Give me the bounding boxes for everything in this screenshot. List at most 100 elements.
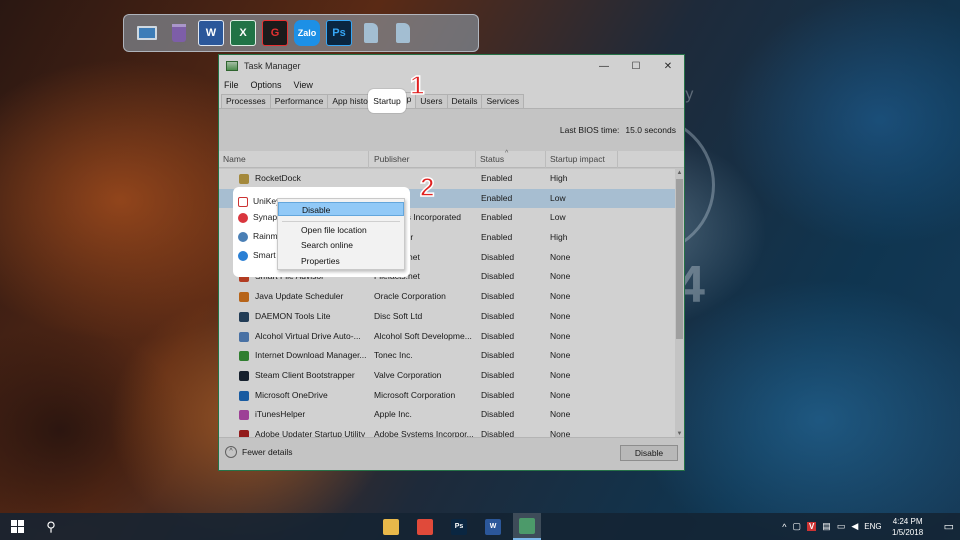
system-tray: ^ ▢ V ▤ ▭ ◀ ENG 4:24 PM 1/5/2018 ▭ [782, 513, 960, 540]
table-row[interactable]: iTunesHelper Apple Inc. Disabled None [219, 405, 677, 425]
app-name: Alcohol Virtual Drive Auto-... [255, 330, 361, 341]
status: Disabled [481, 350, 515, 361]
publisher: Alcohol Soft Developme... [374, 330, 472, 341]
table-row[interactable]: Microsoft OneDrive Microsoft Corporation D… [219, 386, 677, 406]
network-icon[interactable]: ▤ [822, 521, 831, 532]
notification-icon[interactable]: ▭ [944, 520, 954, 533]
scroll-up-icon[interactable]: ▲ [675, 169, 684, 178]
context-menu-properties[interactable]: Properties [278, 254, 404, 268]
publisher: Tonec Inc. [374, 350, 413, 361]
table-row[interactable]: DAEMON Tools Lite Disc Soft Ltd Disabled No… [219, 307, 677, 327]
speaker-icon[interactable]: ◀ [851, 521, 858, 532]
word-icon[interactable]: W [198, 20, 224, 46]
publisher: Disc Soft Ltd [374, 310, 423, 321]
windows-icon [10, 520, 24, 533]
file-explorer-icon-glyph [383, 518, 399, 535]
app-name: Steam Client Bootstrapper [255, 369, 355, 380]
step-1-marker: 1 [409, 69, 425, 101]
tab-performance[interactable]: Performance [269, 94, 329, 108]
context-menu-open-file-location[interactable]: Open file location [278, 223, 404, 237]
status: Disabled [481, 291, 515, 302]
vertical-scrollbar[interactable]: ▲ ▼ [675, 169, 684, 439]
computer-icon[interactable] [134, 20, 160, 46]
context-menu-disable[interactable]: Disable [278, 202, 404, 216]
chrome-icon-glyph [417, 518, 433, 535]
title-bar[interactable]: Task Manager — ☐ ✕ [219, 55, 684, 77]
startup-impact: Low [550, 212, 566, 223]
highlighted-startup-tab[interactable]: Startup [368, 89, 406, 113]
document-icon[interactable] [358, 20, 384, 46]
table-row[interactable]: Alcohol Virtual Drive Auto-... Alcohol So… [219, 327, 677, 347]
startup-impact: None [550, 291, 571, 302]
publisher: Valve Corporation [374, 369, 442, 380]
folder-tray-icon[interactable]: ▢ [792, 521, 801, 532]
garena-icon[interactable]: G [262, 20, 288, 46]
context-menu-search-online[interactable]: Search online [278, 238, 404, 252]
unikey-tray-icon[interactable]: V [806, 522, 817, 531]
column-startup-impact[interactable]: Startup impact [546, 151, 618, 168]
table-row[interactable]: RocketDock Enabled High [219, 169, 677, 189]
column-status[interactable]: Status [476, 151, 546, 168]
excel-icon[interactable]: X [230, 20, 256, 46]
fewer-details-link[interactable]: ^ Fewer details [225, 446, 293, 458]
app-icon [239, 370, 249, 381]
clock-time: 4:24 PM [892, 516, 923, 526]
photoshop-icon[interactable]: Ps [326, 20, 352, 46]
status: Disabled [481, 271, 515, 282]
status: Disabled [481, 330, 515, 341]
startup-impact: None [550, 310, 571, 321]
task-manager-taskbar-icon[interactable] [513, 513, 541, 540]
start-button[interactable] [0, 513, 34, 540]
battery-icon[interactable]: ▭ [837, 521, 846, 532]
photoshop-taskbar-icon-glyph: Ps [451, 518, 467, 535]
table-row[interactable]: Steam Client Bootstrapper Valve Corporati… [219, 366, 677, 386]
file-explorer-icon[interactable] [377, 513, 405, 540]
startup-impact: None [550, 251, 571, 262]
word-taskbar-icon[interactable]: W [479, 513, 507, 540]
scrollbar-thumb[interactable] [676, 179, 683, 339]
zalo-icon[interactable]: Zalo [294, 20, 320, 46]
show-hidden-icons[interactable]: ^ [782, 522, 786, 532]
close-button[interactable]: ✕ [652, 55, 684, 77]
synaptics-icon [238, 213, 248, 223]
column-publisher[interactable]: Publisher [370, 151, 476, 168]
table-row[interactable]: Java Update Scheduler Oracle Corporation D… [219, 287, 677, 307]
chrome-icon[interactable] [411, 513, 439, 540]
photoshop-taskbar-icon[interactable]: Ps [445, 513, 473, 540]
partial-row-label: Smart [253, 250, 276, 260]
bios-time: Last BIOS time: 15.0 seconds [560, 125, 676, 135]
status: Disabled [481, 251, 515, 262]
word-taskbar-icon-glyph: W [485, 518, 501, 535]
footer-bar: ^ Fewer details Disable [219, 437, 684, 470]
clock[interactable]: 4:24 PM 1/5/2018 [888, 516, 928, 538]
search-icon[interactable]: ⚲ [36, 513, 66, 540]
app-icon [239, 410, 249, 421]
disable-button[interactable]: Disable [620, 445, 678, 461]
tab-services[interactable]: Services [481, 94, 525, 108]
status: Disabled [481, 389, 515, 400]
menu-view[interactable]: View [294, 80, 313, 90]
recycle-bin-icon[interactable] [166, 20, 192, 46]
publisher: Microsoft Corporation [374, 389, 456, 400]
tab-processes[interactable]: Processes [221, 94, 271, 108]
bios-time-value: 15.0 seconds [625, 125, 676, 135]
tab-bar: Processes Performance App history Startu… [219, 92, 684, 109]
status: Disabled [481, 369, 515, 380]
table-row[interactable]: Internet Download Manager... Tonec Inc. Di… [219, 346, 677, 366]
app-icon [239, 174, 249, 184]
column-name[interactable]: Name [219, 151, 369, 168]
startup-impact: High [550, 173, 568, 183]
app-icon [239, 351, 249, 362]
status: Enabled [481, 232, 513, 243]
minimize-button[interactable]: — [588, 55, 620, 77]
maximize-button[interactable]: ☐ [620, 55, 652, 77]
menu-file[interactable]: File [224, 80, 239, 90]
language-indicator[interactable]: ENG [864, 522, 881, 531]
partial-row-label: Synap [253, 212, 278, 222]
menu-options[interactable]: Options [251, 80, 282, 90]
startup-impact: None [550, 350, 571, 361]
tab-details[interactable]: Details [446, 94, 483, 108]
bios-time-label: Last BIOS time: [559, 125, 620, 135]
publisher: Apple Inc. [374, 409, 412, 420]
document-icon[interactable] [390, 20, 416, 46]
